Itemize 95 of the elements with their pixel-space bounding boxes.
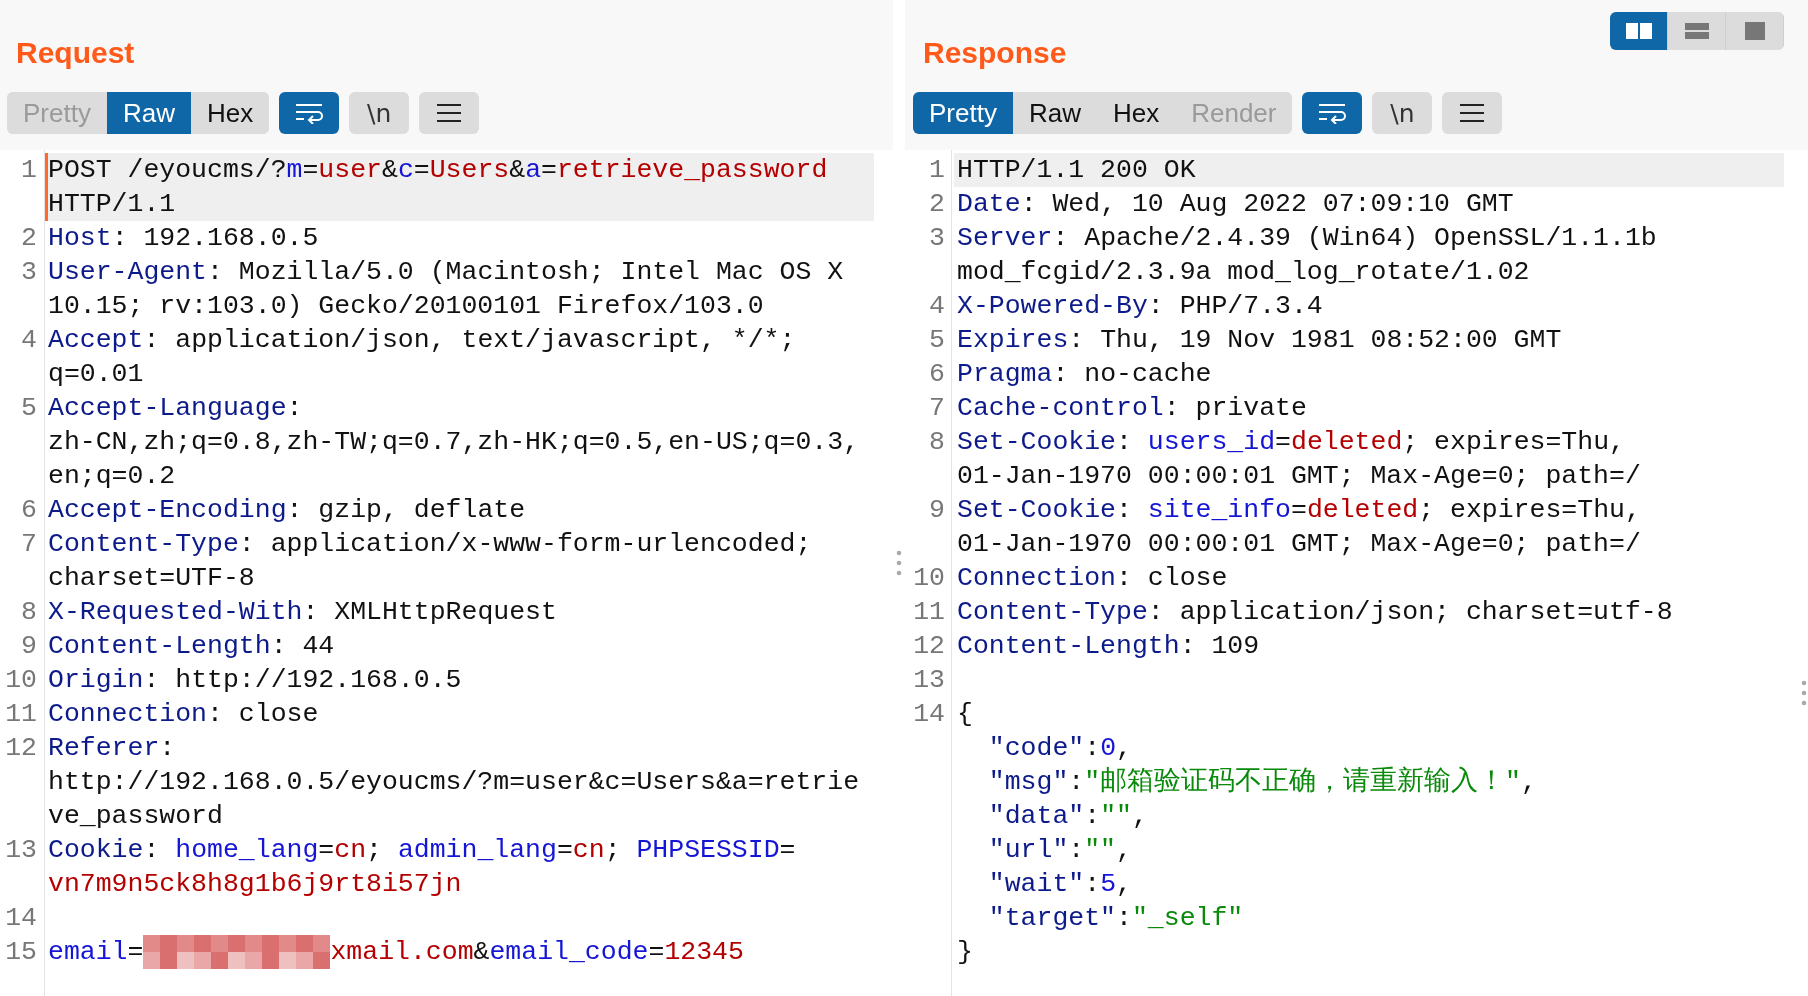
- code-line: 01-Jan-1970 00:00:01 GMT; Max-Age=0; path=/: [957, 528, 1641, 561]
- line-number: 11: [912, 596, 945, 629]
- code-line: Expires: Thu, 19 Nov 1981 08:52:00 GMT: [957, 324, 1562, 357]
- code-line: HTTP/1.1 200 OK: [957, 154, 1196, 187]
- line-number: 2: [928, 188, 945, 221]
- line-number: 3: [928, 222, 945, 255]
- line-number: 4: [20, 324, 37, 357]
- line-number: 14: [912, 698, 945, 731]
- code-line: {: [957, 698, 973, 731]
- code-line: "target":"_self": [988, 902, 1244, 935]
- menu-icon: [436, 103, 463, 123]
- line-number: 11: [4, 698, 37, 731]
- stacked-layout-icon: [1682, 21, 1711, 41]
- line-number: 1: [20, 154, 37, 187]
- view-tab[interactable]: Raw: [106, 92, 191, 134]
- view-tab[interactable]: Pretty: [913, 92, 1013, 134]
- newline-button[interactable]: \n: [349, 92, 410, 134]
- code-line: http://192.168.0.5/eyoucms/?m=user&c=Users&a=retrie: [48, 766, 860, 799]
- wrap-lines-button[interactable]: [1302, 92, 1363, 134]
- code-text: email=: [48, 936, 144, 969]
- code-line: "code":0,: [988, 732, 1132, 765]
- menu-button[interactable]: [1442, 92, 1503, 134]
- code-line: Pragma: no-cache: [957, 358, 1212, 391]
- code-line: Content-Type: application/x-www-form-urlencoded;: [48, 528, 812, 561]
- line-number: 13: [912, 664, 945, 697]
- code-line: Content-Length: 109: [957, 630, 1260, 663]
- drag-handle-icon[interactable]: [896, 550, 902, 576]
- line-number: 10: [4, 664, 37, 697]
- code-line: Content-Length: 44: [48, 630, 335, 663]
- line-number: 12: [912, 630, 945, 663]
- code-line: "data":"",: [988, 800, 1148, 833]
- code-line: }: [957, 936, 973, 969]
- line-number: 5: [20, 392, 37, 425]
- line-number: 5: [928, 324, 945, 357]
- menu-icon: [1459, 103, 1486, 123]
- code-line: Cookie: home_lang=cn; admin_lang=cn; PHPSESSID=: [48, 834, 796, 867]
- line-number: 8: [20, 596, 37, 629]
- side-by-side-layout-icon: [1624, 21, 1653, 41]
- code-line: Connection: close: [48, 698, 319, 731]
- wrap-lines-icon: [1317, 102, 1348, 124]
- code-line: Content-Type: application/json; charset=utf-8: [957, 596, 1673, 629]
- code-line: "msg":"邮箱验证码不正确，请重新输入！",: [988, 765, 1537, 799]
- line-number: 6: [928, 358, 945, 391]
- code-line: X-Requested-With: XMLHttpRequest: [48, 596, 557, 629]
- code-line: Date: Wed, 10 Aug 2022 07:09:10 GMT: [957, 188, 1514, 221]
- wrap-lines-icon: [294, 102, 325, 124]
- line-number: 9: [928, 494, 945, 527]
- code-line: Server: Apache/2.4.39 (Win64) OpenSSL/1.1.1b: [957, 222, 1657, 255]
- code-line: User-Agent: Mozilla/5.0 (Macintosh; Intel Mac OS X: [48, 256, 844, 289]
- line-number: 4: [928, 290, 945, 323]
- code-line: ve_password: [48, 800, 223, 833]
- code-line: HTTP/1.1: [48, 188, 176, 221]
- code-line: X-Powered-By: PHP/7.3.4: [957, 290, 1323, 323]
- code-line: Referer:: [48, 732, 176, 765]
- code-line: 10.15; rv:103.0) Gecko/20100101 Firefox/103.0: [48, 290, 764, 323]
- line-number: 10: [912, 562, 945, 595]
- code-line: Cache-control: private: [957, 392, 1307, 425]
- newline-button[interactable]: \n: [1372, 92, 1433, 134]
- drag-handle-icon[interactable]: [1801, 680, 1807, 706]
- code-line: Set-Cookie: users_id=deleted; expires=Thu,: [957, 426, 1625, 459]
- code-line: Origin: http://192.168.0.5: [48, 664, 462, 697]
- code-line: charset=UTF-8: [48, 562, 255, 595]
- line-number: 6: [20, 494, 37, 527]
- line-number: 9: [20, 630, 37, 663]
- line-number: 3: [20, 256, 37, 289]
- line-number: 7: [20, 528, 37, 561]
- wrap-lines-button[interactable]: [279, 92, 340, 134]
- code-line: 01-Jan-1970 00:00:01 GMT; Max-Age=0; path=/: [957, 460, 1641, 493]
- pane-title: Response: [923, 36, 1067, 70]
- code-line: Host: 192.168.0.5: [48, 222, 319, 255]
- code-line: Accept: application/json, text/javascript, */*;: [48, 324, 796, 357]
- pane-title: Request: [16, 36, 135, 70]
- menu-button[interactable]: [419, 92, 480, 134]
- line-number: 14: [4, 902, 37, 935]
- code-line: Accept-Language:: [48, 392, 303, 425]
- code-line: vn7m9n5ck8h8g1b6j9rt8i57jn: [48, 868, 462, 901]
- code-line: "url":"",: [988, 834, 1132, 867]
- line-number: 12: [4, 732, 37, 765]
- code-line: zh-CN,zh;q=0.8,zh-TW;q=0.7,zh-HK;q=0.5,en-US;q=0.3,: [48, 426, 860, 459]
- line-number: 15: [4, 936, 37, 969]
- code-line: "wait":5,: [988, 868, 1132, 901]
- code-text: xmail.com&email_code=12345: [330, 936, 744, 969]
- code-line: en;q=0.2: [48, 460, 176, 493]
- line-number: 13: [4, 834, 37, 867]
- code-line: Set-Cookie: site_info=deleted; expires=Thu,: [957, 494, 1641, 527]
- code-line: POST /eyoucms/?m=user&c=Users&a=retrieve_password: [48, 154, 828, 187]
- line-number: 1: [928, 154, 945, 187]
- code-line: Accept-Encoding: gzip, deflate: [48, 494, 526, 527]
- code-line: mod_fcgid/2.3.9a mod_log_rotate/1.02: [957, 256, 1530, 289]
- line-number: 2: [20, 222, 37, 255]
- split-layout-button[interactable]: [1610, 12, 1668, 50]
- code-line: Connection: close: [957, 562, 1228, 595]
- code-line: q=0.01: [48, 358, 144, 391]
- line-number: 7: [928, 392, 945, 425]
- line-number: 8: [928, 426, 945, 459]
